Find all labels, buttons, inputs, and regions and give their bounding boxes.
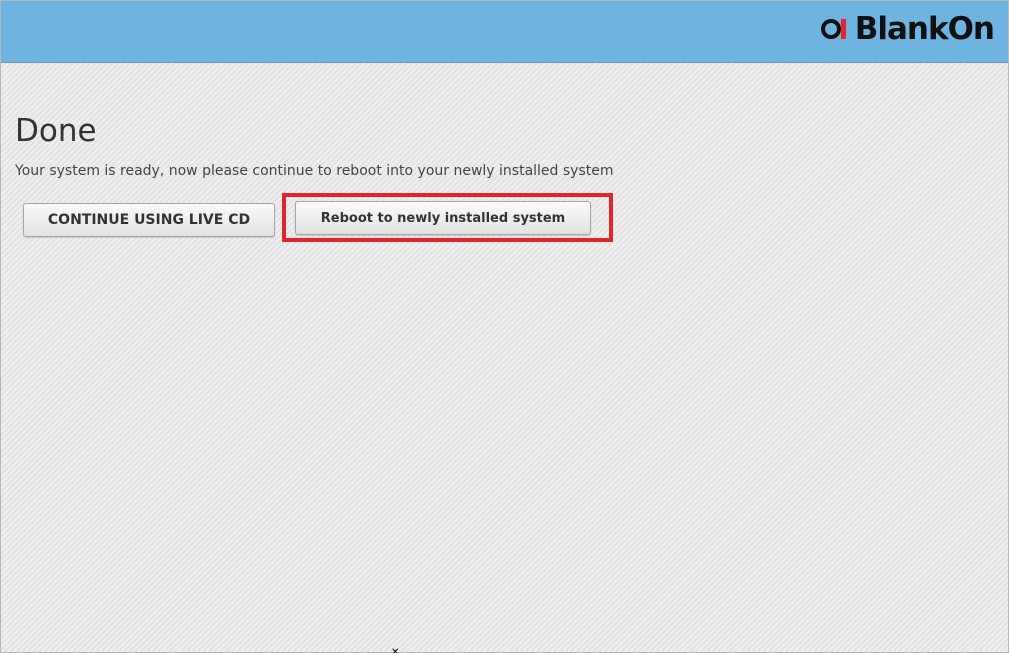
- blankon-logo-icon: [820, 16, 847, 42]
- installer-window: BlankOn Done Your system is ready, now p…: [0, 0, 1009, 653]
- reboot-button[interactable]: Reboot to newly installed system: [295, 201, 591, 235]
- page-title: Done: [15, 113, 97, 149]
- pointer-cursor-icon: ✕: [391, 647, 400, 653]
- logo-text: BlankOn: [854, 11, 995, 47]
- header-bar: BlankOn: [1, 1, 1008, 63]
- page-subtitle: Your system is ready, now please continu…: [15, 163, 614, 179]
- continue-live-cd-button[interactable]: CONTINUE USING LIVE CD: [23, 203, 275, 237]
- blankon-logo: BlankOn: [820, 9, 995, 49]
